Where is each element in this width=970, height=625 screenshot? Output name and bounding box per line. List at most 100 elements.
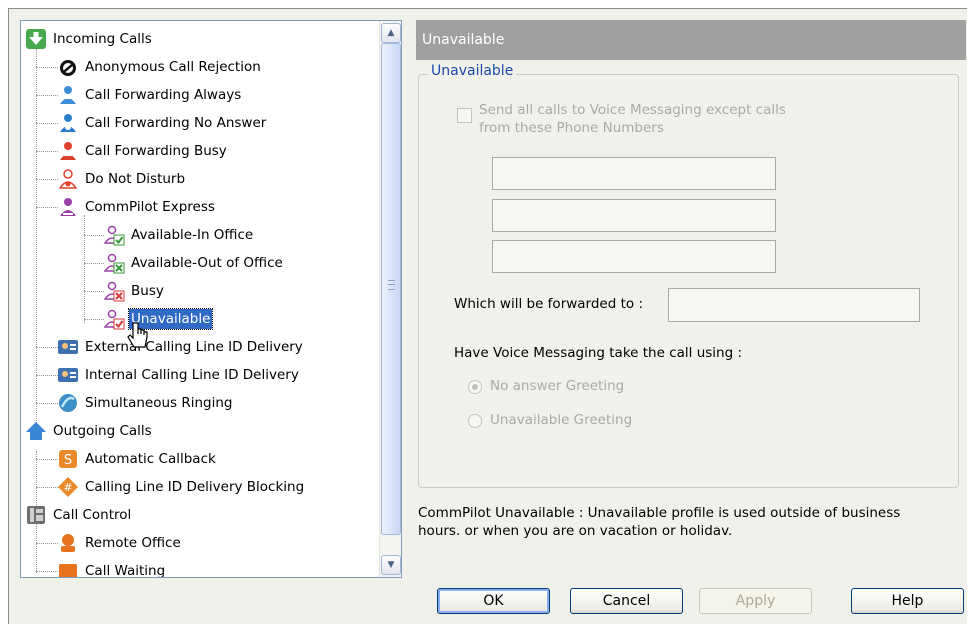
group-title: Unavailable <box>428 63 517 79</box>
tree-item-label: Automatic Callback <box>85 451 216 467</box>
feature-tree: Incoming Calls Anonymous Call Rejection … <box>20 20 402 578</box>
tree-item-call-forwarding-no-answer[interactable]: Call Forwarding No Answer <box>57 110 268 136</box>
tree-connector <box>36 151 58 152</box>
feature-tree-list: Incoming Calls Anonymous Call Rejection … <box>21 21 379 577</box>
tree-connector <box>36 123 58 124</box>
busy-icon <box>103 280 125 302</box>
svg-text:S: S <box>64 453 72 468</box>
description-line1: CommPilot Unavailable : Unavailable prof… <box>418 505 901 521</box>
description-line2: hours. or when you are on vacation or ho… <box>418 523 733 539</box>
tree-item-remote-office[interactable]: Remote Office <box>57 530 183 556</box>
forwarding-busy-icon <box>57 140 79 162</box>
tree-item-available-in-office[interactable]: Available-In Office <box>103 222 255 248</box>
anonymous-rejection-icon <box>57 56 79 78</box>
tree-connector <box>36 95 58 96</box>
tree-connector <box>36 459 58 460</box>
forward-to-field[interactable] <box>668 288 920 322</box>
checkbox-label-line2: from these Phone Numbers <box>479 120 664 136</box>
no-answer-greeting-radio[interactable] <box>468 380 482 394</box>
tree-item-calling-line-id-delivery-blocking[interactable]: # Calling Line ID Delivery Blocking <box>57 474 306 500</box>
forwarding-no-answer-icon <box>57 112 79 134</box>
tree-item-unavailable[interactable]: Unavailable <box>103 306 214 332</box>
chevron-up-icon: ▲ <box>387 28 395 38</box>
tree-item-busy[interactable]: Busy <box>103 278 166 304</box>
tree-item-external-calling-line-id-delivery[interactable]: External Calling Line ID Delivery <box>57 334 305 360</box>
tree-connector <box>84 215 85 323</box>
tree-item-commpilot-express[interactable]: CommPilot Express <box>57 194 217 220</box>
tree-item-incoming-calls[interactable]: Incoming Calls <box>25 26 154 52</box>
tree-item-label: Available-Out of Office <box>131 255 283 271</box>
internal-clid-icon <box>57 364 79 386</box>
tree-connector <box>36 487 58 488</box>
cancel-button[interactable]: Cancel <box>570 588 683 614</box>
tree-connector <box>36 347 58 348</box>
tree-item-label: Call Forwarding Busy <box>85 143 227 159</box>
tree-item-label: Busy <box>131 283 164 299</box>
available-out-of-office-icon <box>103 252 125 274</box>
forward-label: Which will be forwarded to : <box>454 296 643 312</box>
tree-connector <box>36 543 58 544</box>
clid-blocking-icon: # <box>57 476 79 498</box>
scroll-thumb[interactable] <box>381 43 401 535</box>
tree-scrollbar[interactable]: ▲ ▼ <box>379 21 401 577</box>
tree-item-label: Do Not Disturb <box>85 171 186 187</box>
tree-connector <box>84 263 104 264</box>
tree-item-outgoing-calls[interactable]: Outgoing Calls <box>25 418 154 444</box>
tree-item-call-control[interactable]: Call Control <box>25 502 133 528</box>
tree-item-internal-calling-line-id-delivery[interactable]: Internal Calling Line ID Delivery <box>57 362 301 388</box>
external-clid-icon <box>57 336 79 358</box>
scroll-down-button[interactable]: ▼ <box>381 555 401 575</box>
tree-item-simultaneous-ringing[interactable]: Simultaneous Ringing <box>57 390 234 416</box>
tree-connector <box>36 571 58 572</box>
phone-number-field-1[interactable] <box>492 157 776 190</box>
tree-item-label: Anonymous Call Rejection <box>85 59 261 75</box>
automatic-callback-icon: S <box>57 448 79 470</box>
send-to-voicemail-checkbox[interactable] <box>457 108 472 123</box>
unavailable-greeting-label: Unavailable Greeting <box>490 412 633 428</box>
panel-header: Unavailable <box>416 20 966 60</box>
grip-icon <box>388 280 395 290</box>
tree-connector <box>36 67 58 68</box>
tree-item-call-waiting[interactable]: Call Waiting <box>57 558 167 577</box>
phone-number-field-2[interactable] <box>492 199 776 232</box>
voicemail-greeting-label: Have Voice Messaging take the call using… <box>454 345 742 361</box>
tree-item-call-forwarding-always[interactable]: Call Forwarding Always <box>57 82 243 108</box>
do-not-disturb-icon <box>57 168 79 190</box>
tree-item-call-forwarding-busy[interactable]: Call Forwarding Busy <box>57 138 229 164</box>
tree-connector <box>84 235 104 236</box>
tree-item-label: Call Control <box>53 507 132 523</box>
remote-office-icon <box>57 532 79 554</box>
tree-item-label: Internal Calling Line ID Delivery <box>85 367 299 383</box>
phone-number-field-3[interactable] <box>492 240 776 273</box>
hand-cursor-icon <box>127 322 148 348</box>
unavailable-greeting-radio[interactable] <box>468 414 482 428</box>
tree-item-automatic-callback[interactable]: S Automatic Callback <box>57 446 218 472</box>
apply-button[interactable]: Apply <box>699 588 812 614</box>
tree-connector <box>84 319 104 320</box>
tree-connector <box>36 179 58 180</box>
chevron-down-icon: ▼ <box>387 560 395 570</box>
svg-text:#: # <box>63 481 72 494</box>
ok-button[interactable]: OK <box>437 588 550 614</box>
forwarding-always-icon <box>57 84 79 106</box>
commpilot-express-icon <box>57 196 79 218</box>
tree-connector <box>36 403 58 404</box>
outgoing-calls-icon <box>25 420 47 442</box>
tree-item-label: Call Waiting <box>85 563 166 577</box>
simultaneous-ringing-icon <box>57 392 79 414</box>
help-button[interactable]: Help <box>851 588 964 614</box>
checkbox-label-line1: Send all calls to Voice Messaging except… <box>479 102 786 118</box>
tree-item-available-out-of-office[interactable]: Available-Out of Office <box>103 250 285 276</box>
tree-connector <box>36 207 58 208</box>
tree-item-label: Outgoing Calls <box>53 423 152 439</box>
tree-item-do-not-disturb[interactable]: Do Not Disturb <box>57 166 187 192</box>
tree-item-label: Simultaneous Ringing <box>85 395 233 411</box>
tree-item-label: CommPilot Express <box>85 199 215 215</box>
scroll-up-button[interactable]: ▲ <box>381 23 401 43</box>
incoming-calls-icon <box>25 28 47 50</box>
tree-item-label: Available-In Office <box>131 227 254 243</box>
tree-item-anonymous-call-rejection[interactable]: Anonymous Call Rejection <box>57 54 263 80</box>
tree-connector <box>36 375 58 376</box>
tree-item-label: Call Forwarding No Answer <box>85 115 267 131</box>
tree-item-label: Calling Line ID Delivery Blocking <box>85 479 305 495</box>
